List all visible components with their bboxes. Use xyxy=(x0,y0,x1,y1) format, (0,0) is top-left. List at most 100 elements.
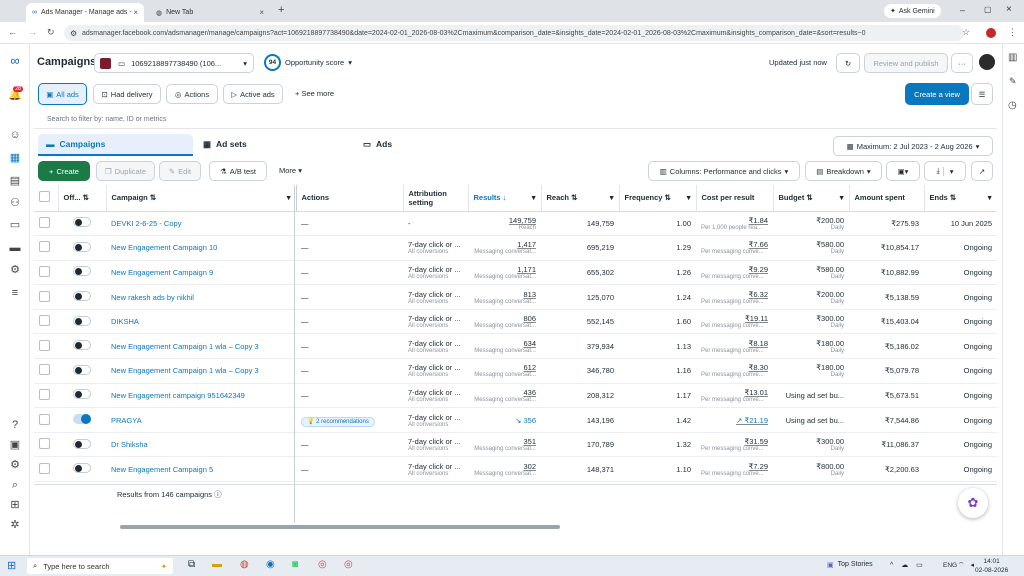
row-checkbox[interactable] xyxy=(34,456,58,483)
tab-ad-sets[interactable]: ▦ Ad sets xyxy=(203,139,247,150)
row-checkbox[interactable] xyxy=(34,432,58,458)
column-header-frequency[interactable]: Frequency ⇅ ▾ xyxy=(619,185,697,212)
actions-cell[interactable]: 💡 2 recommendations xyxy=(296,407,403,433)
column-header-off[interactable]: Off... ⇅ xyxy=(58,185,107,212)
row-checkbox[interactable] xyxy=(34,407,58,433)
campaign-name[interactable]: New Engagement Campaign 5 xyxy=(106,456,296,483)
column-header-campaign[interactable]: Campaign ⇅ ▾ xyxy=(106,185,297,212)
column-header-attribution[interactable]: Attribution setting xyxy=(403,185,469,212)
campaign-name-link[interactable]: New Engagement Campaign 5 xyxy=(111,465,213,474)
campaign-name-link[interactable]: DIKSHA xyxy=(111,317,139,326)
filter-had-delivery[interactable]: ⊡ Had delivery xyxy=(93,84,161,104)
column-header-cost-per-result[interactable]: Cost per result xyxy=(696,185,774,212)
row-checkbox[interactable] xyxy=(34,358,58,384)
table-row[interactable]: New rakesh ads by nikhil — 7-day click or … xyxy=(34,284,997,310)
edit-pencil-icon[interactable]: ✎ xyxy=(1009,76,1017,87)
settings-icon[interactable]: ⚙ xyxy=(8,458,22,472)
file-explorer-icon[interactable]: ▬ xyxy=(212,559,222,570)
column-header-actions[interactable]: Actions xyxy=(296,185,404,212)
bug-icon[interactable]: ✲ xyxy=(8,518,22,532)
more-options-button[interactable]: ··· xyxy=(951,53,973,73)
campaign-toggle[interactable] xyxy=(58,211,106,237)
campaign-toggle[interactable] xyxy=(58,260,106,286)
campaign-name-link[interactable]: New rakesh ads by nikhil xyxy=(111,293,194,302)
forward-icon[interactable]: → xyxy=(28,27,37,37)
reports-button[interactable]: ▣▾ xyxy=(886,161,920,181)
row-checkbox[interactable] xyxy=(34,383,58,409)
browser-menu-icon[interactable]: ⋮ xyxy=(1008,27,1017,38)
campaign-toggle[interactable] xyxy=(58,333,106,360)
budget-cell[interactable]: Using ad set bu... xyxy=(773,383,849,409)
maximize-icon[interactable]: ▢ xyxy=(984,5,992,14)
results-cell[interactable]: 634 Messaging conversat... xyxy=(468,333,541,360)
back-icon[interactable]: ← xyxy=(8,27,17,37)
filter-active-ads[interactable]: ▷ Active ads xyxy=(223,84,283,104)
billing-icon[interactable]: ▬ xyxy=(8,241,22,255)
cost-cell[interactable]: ₹8.30 Per messaging conve... xyxy=(696,358,773,384)
chrome-icon[interactable]: ◎ xyxy=(318,559,327,570)
recommendations-badge[interactable]: 💡 2 recommendations xyxy=(301,416,375,427)
campaign-toggle[interactable] xyxy=(58,309,106,335)
campaigns-grid-icon[interactable]: ▦ xyxy=(8,151,22,165)
user-avatar[interactable] xyxy=(979,54,995,70)
campaign-toggle[interactable] xyxy=(58,358,106,384)
info-icon[interactable]: ⓘ xyxy=(214,490,222,499)
network-volume-icons[interactable]: ⌔ ◂ xyxy=(958,561,976,570)
column-header-results[interactable]: Results ↓ ▾ xyxy=(468,185,542,212)
tab-campaigns[interactable]: ▬ Campaigns xyxy=(38,134,193,156)
row-checkbox[interactable] xyxy=(34,309,58,335)
campaign-toggle[interactable] xyxy=(58,284,106,310)
refresh-button[interactable]: ↻ xyxy=(836,53,860,73)
table-row[interactable]: Dr Shiksha — 7-day click or ... All convers… xyxy=(34,432,997,458)
chrome-profile-icon[interactable]: ◎ xyxy=(344,559,353,570)
budget-cell[interactable]: ₹200.00 Daily xyxy=(773,284,849,310)
column-header-reach[interactable]: Reach ⇅ ▾ xyxy=(541,185,620,212)
table-row[interactable]: New Engagement Campaign 5 — 7-day click or… xyxy=(34,456,997,483)
budget-cell[interactable]: ₹300.00 Daily xyxy=(773,432,849,458)
history-icon[interactable]: ◷ xyxy=(1008,100,1017,111)
opportunity-score[interactable]: 94 Opportunity score ▾ xyxy=(264,54,352,71)
reload-icon[interactable]: ↻ xyxy=(47,27,55,38)
search-icon[interactable]: ⌕ xyxy=(8,478,22,492)
pages-icon[interactable]: ▤ xyxy=(8,174,22,188)
cost-cell[interactable]: ₹13.01 Per messaging conve... xyxy=(696,383,773,409)
campaign-name[interactable]: DIKSHA xyxy=(106,309,296,335)
help-icon[interactable]: ? xyxy=(8,418,22,432)
campaign-name[interactable]: New Engagement Campaign 9 xyxy=(106,260,296,286)
window-close-icon[interactable]: × xyxy=(1006,4,1012,15)
campaign-name-link[interactable]: New Engagement Campaign 1 wla – Copy 3 xyxy=(111,342,259,351)
row-checkbox[interactable] xyxy=(34,284,58,310)
campaign-name-link[interactable]: New Engagement campaign 951642349 xyxy=(111,391,245,400)
row-checkbox[interactable] xyxy=(34,235,58,261)
task-view-icon[interactable]: ⧉ xyxy=(188,559,195,570)
ask-gemini-button[interactable]: ✦ Ask Gemini xyxy=(884,4,941,18)
results-cell[interactable]: 612 Messaging conversat... xyxy=(468,358,541,384)
cost-cell[interactable]: ₹8.18 Per messaging conve... xyxy=(696,333,773,360)
meta-logo-icon[interactable]: ∞ xyxy=(8,54,22,68)
cost-cell[interactable]: ₹6.32 Per messaging conve... xyxy=(696,284,773,310)
campaign-toggle[interactable] xyxy=(58,383,106,409)
date-range-picker[interactable]: ▦ Maximum: 2 Jul 2023 - 2 Aug 2026 ▾ xyxy=(833,136,993,156)
smiley-icon[interactable]: ☺ xyxy=(8,128,22,142)
ad-account-selector[interactable]: ▭ 1069218897738490 (106... ▾ xyxy=(94,53,254,73)
cost-cell[interactable]: ₹31.59 Per messaging conve... xyxy=(696,432,773,458)
budget-cell[interactable]: ₹580.00 Daily xyxy=(773,260,849,286)
results-cell[interactable]: 806 Messaging conversat... xyxy=(468,309,541,335)
duplicate-button[interactable]: ❐ Duplicate xyxy=(96,161,155,181)
results-cell[interactable]: 351 Messaging conversat... xyxy=(468,432,541,458)
campaign-name-link[interactable]: PRAGYA xyxy=(111,416,142,425)
audiences-icon[interactable]: ⚇ xyxy=(8,196,22,210)
campaign-toggle[interactable] xyxy=(58,432,106,458)
budget-cell[interactable]: ₹300.00 Daily xyxy=(773,309,849,335)
table-row[interactable]: New Engagement Campaign 9 — 7-day click or… xyxy=(34,260,997,286)
results-cell[interactable]: ↘ 356 xyxy=(468,407,541,433)
chart-icon[interactable]: ▥ xyxy=(1008,52,1017,63)
app-icon[interactable]: ◍ xyxy=(240,559,249,570)
ab-test-button[interactable]: ⚗ A/B test xyxy=(209,161,267,181)
breakdown-selector[interactable]: ▤ Breakdown ▾ xyxy=(805,161,882,181)
campaign-name[interactable]: New Engagement campaign 951642349 xyxy=(106,383,296,409)
budget-cell[interactable]: ₹580.00 Daily xyxy=(773,235,849,261)
windows-start-icon[interactable]: ⊞ xyxy=(7,559,16,572)
new-tab-button[interactable]: + xyxy=(278,4,284,16)
export-button[interactable]: ⤓ ▾ xyxy=(924,161,966,181)
